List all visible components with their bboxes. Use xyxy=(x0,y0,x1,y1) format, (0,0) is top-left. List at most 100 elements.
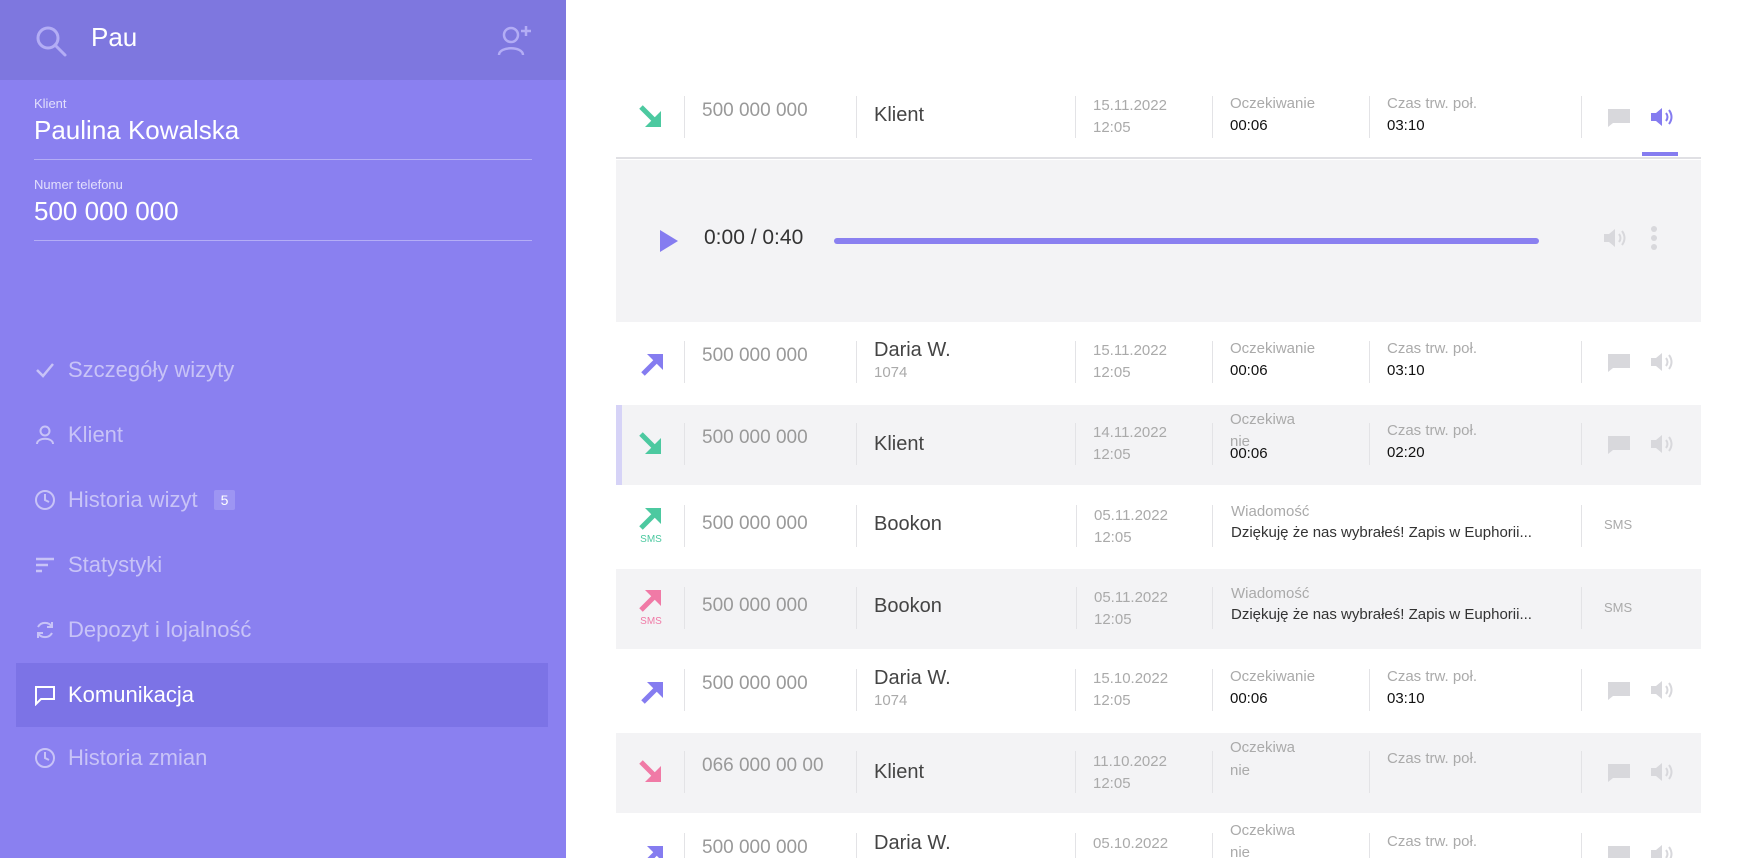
phone-number: 500 000 000 xyxy=(702,595,808,616)
nav-label: Statystyki xyxy=(68,552,163,577)
nav-label: Depozyt i lojalność xyxy=(68,617,252,642)
contact-name: Daria W. xyxy=(874,339,951,361)
nav-item-statystyki[interactable]: Statystyki xyxy=(16,533,548,597)
contact-name: Klient xyxy=(874,433,925,455)
duration-label: Czas trw. poł. xyxy=(1387,750,1478,767)
list-item[interactable]: SMS 500 000 000 Bookon 05.11.2022 12:05 … xyxy=(616,569,1701,649)
phone-number: 500 000 000 xyxy=(702,100,808,121)
play-button[interactable] xyxy=(658,229,680,253)
call-time: 12:05 xyxy=(1093,692,1131,709)
volume-icon[interactable] xyxy=(1602,226,1628,250)
wait-value: 00:06 xyxy=(1230,690,1268,707)
duration-label: Czas trw. poł. xyxy=(1387,95,1478,112)
message-icon[interactable] xyxy=(1607,353,1631,373)
client-label: Klient xyxy=(34,96,67,111)
outgoing-call-icon xyxy=(647,846,663,858)
phone-number: 500 000 000 xyxy=(702,345,808,366)
sms-arrow-label: SMS xyxy=(640,534,662,544)
nav-label: Historia wizyt xyxy=(68,487,198,512)
wait-value: 00:06 xyxy=(1230,362,1268,379)
nav-item-historia-wizyt[interactable]: Historia wizyt 5 xyxy=(16,468,548,532)
nav-label: Klient xyxy=(68,422,124,447)
call-date: 15.11.2022 xyxy=(1093,97,1167,114)
message-icon[interactable] xyxy=(1607,681,1631,701)
nav-label: Komunikacja xyxy=(68,682,194,707)
chat-icon xyxy=(34,684,56,706)
divider xyxy=(34,159,532,160)
call-time: 12:05 xyxy=(1093,119,1131,136)
message-icon[interactable] xyxy=(1607,845,1631,858)
wait-label: Oczekiwa xyxy=(1230,822,1296,839)
list-item[interactable]: 500 000 000 Daria W. 1074 15.11.2022 12:… xyxy=(616,323,1701,403)
call-time: 12:05 xyxy=(1093,775,1131,792)
speaker-icon[interactable] xyxy=(1649,105,1675,129)
nav-label: Szczegóły wizyty xyxy=(68,357,235,382)
call-date: 15.10.2022 xyxy=(1093,670,1169,687)
sms-incoming-icon: SMS xyxy=(639,508,662,544)
extension: 1074 xyxy=(874,692,908,709)
phone-label: Numer telefonu xyxy=(34,177,123,192)
speaker-icon[interactable] xyxy=(1649,760,1675,784)
message-icon[interactable] xyxy=(1607,435,1631,455)
progress-slider[interactable] xyxy=(834,238,1539,244)
divider xyxy=(34,240,532,241)
search-input[interactable]: Pau xyxy=(91,22,137,53)
call-date: 05.10.2022 xyxy=(1093,835,1169,852)
duration-value: 03:10 xyxy=(1387,117,1425,134)
search-icon[interactable] xyxy=(34,24,68,58)
list-item[interactable]: 066 000 00 00 Klient 11.10.2022 12:05 Oc… xyxy=(616,733,1701,813)
duration-label: Czas trw. poł. xyxy=(1387,833,1478,850)
wait-label: Oczekiwa xyxy=(1230,411,1296,428)
wait-label: Oczekiwanie xyxy=(1230,95,1316,112)
speaker-icon[interactable] xyxy=(1649,432,1675,456)
phone-field[interactable]: 500 000 000 xyxy=(34,196,179,227)
message-label: Wiadomość xyxy=(1231,585,1310,602)
list-item[interactable]: 500 000 000 Daria W. 1074 15.10.2022 12:… xyxy=(616,651,1701,731)
speaker-icon[interactable] xyxy=(1649,350,1675,374)
more-options-icon[interactable] xyxy=(1650,225,1658,251)
duration-label: Czas trw. poł. xyxy=(1387,668,1478,685)
list-item[interactable]: SMS 500 000 000 Bookon 05.11.2022 12:05 … xyxy=(616,487,1701,567)
nav-item-depozyt[interactable]: Depozyt i lojalność xyxy=(16,598,548,662)
outgoing-call-icon xyxy=(641,682,663,704)
message-preview: Dziękuję że nas wybrałeś! Zapis w Euphor… xyxy=(1231,606,1532,623)
check-icon xyxy=(34,359,56,381)
refresh-icon xyxy=(34,619,56,641)
divider xyxy=(616,157,1701,159)
playback-time: 0:00 / 0:40 xyxy=(704,226,804,249)
list-item[interactable]: 500 000 000 Daria W. 05.10.2022 Oczekiwa… xyxy=(616,815,1701,858)
call-date: 11.10.2022 xyxy=(1093,753,1167,770)
missed-call-icon xyxy=(639,760,661,782)
nav-item-komunikacja[interactable]: Komunikacja xyxy=(16,663,548,727)
wait-label-wrap: nie xyxy=(1230,762,1251,779)
contact-name: Daria W. xyxy=(874,667,951,689)
clock-icon xyxy=(34,747,56,769)
search-bar: Pau xyxy=(0,0,566,80)
nav-item-klient[interactable]: Klient xyxy=(16,403,548,467)
call-date: 15.11.2022 xyxy=(1093,342,1167,359)
wait-label: Oczekiwanie xyxy=(1230,668,1316,685)
wait-label: Oczekiwanie xyxy=(1230,340,1316,357)
active-tab-indicator xyxy=(1642,152,1678,156)
speaker-icon[interactable] xyxy=(1649,842,1675,858)
incoming-call-icon xyxy=(639,105,661,127)
count-badge: 5 xyxy=(213,490,236,510)
clock-icon xyxy=(34,489,56,511)
list-item[interactable]: 500 000 000 Klient 14.11.2022 12:05 Ocze… xyxy=(616,405,1701,485)
message-date: 05.11.2022 xyxy=(1094,589,1168,606)
contact-name: Klient xyxy=(874,761,925,783)
contact-name: Bookon xyxy=(874,595,942,617)
phone-number: 500 000 000 xyxy=(702,513,808,534)
sms-tag: SMS xyxy=(1604,600,1633,615)
message-icon[interactable] xyxy=(1607,763,1631,783)
list-item[interactable]: 500 000 000 Klient 15.11.2022 12:05 Ocze… xyxy=(616,78,1701,158)
speaker-icon[interactable] xyxy=(1649,678,1675,702)
client-name-field[interactable]: Paulina Kowalska xyxy=(34,115,239,146)
nav-item-historia-zmian[interactable]: Historia zmian xyxy=(16,726,548,790)
add-user-icon[interactable] xyxy=(496,22,534,60)
message-icon[interactable] xyxy=(1607,108,1631,128)
nav-item-szczegoly-wizyty[interactable]: Szczegóły wizyty xyxy=(16,338,548,402)
call-time: 12:05 xyxy=(1093,364,1131,381)
message-label: Wiadomość xyxy=(1231,503,1310,520)
phone-number: 500 000 000 xyxy=(702,837,808,858)
